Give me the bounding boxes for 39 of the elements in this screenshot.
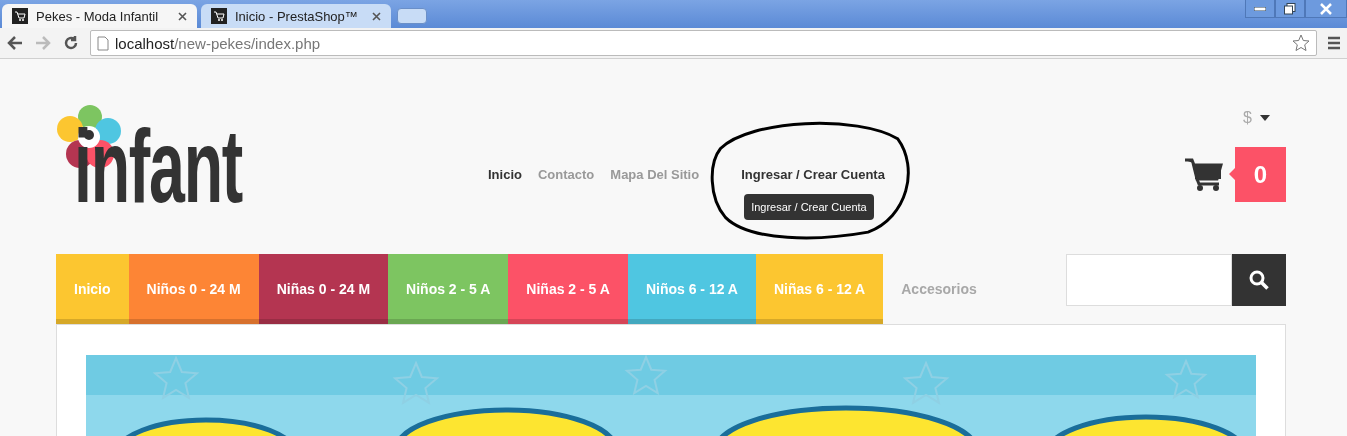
tooltip: Ingresar / Crear Cuenta	[744, 194, 874, 220]
minimize-icon	[1254, 6, 1266, 11]
cart-icon	[211, 8, 227, 24]
browser-tab[interactable]: Pekes - Moda Infantil	[2, 4, 197, 28]
url-text: localhost/new-pekes/index.php	[115, 34, 321, 52]
menu-item[interactable]: Niñas 2 - 5 A	[508, 254, 628, 324]
page-icon	[97, 35, 109, 51]
address-bar[interactable]: localhost/new-pekes/index.php	[90, 30, 1317, 56]
menu-icon[interactable]	[1327, 36, 1341, 50]
star-icon[interactable]	[1292, 34, 1310, 52]
close-icon	[1320, 2, 1332, 15]
restore-button[interactable]	[1275, 0, 1305, 18]
minimize-button[interactable]	[1245, 0, 1275, 18]
currency-selector[interactable]: $	[1243, 109, 1286, 127]
caret-icon	[1260, 115, 1270, 121]
logo[interactable]: infant	[56, 104, 256, 208]
close-icon[interactable]	[372, 11, 381, 21]
cart-icon[interactable]	[1185, 157, 1223, 192]
search-field[interactable]	[1066, 254, 1232, 306]
close-button[interactable]	[1305, 0, 1347, 18]
tab-title: Inicio - PrestaShop™	[235, 8, 359, 24]
nav-link[interactable]: Ingresar / Crear Cuenta	[741, 167, 885, 182]
menu-item[interactable]: Niños 0 - 24 M	[128, 254, 259, 324]
close-icon[interactable]	[178, 11, 187, 21]
nav-link[interactable]: Contacto	[537, 167, 595, 182]
cart-icon	[12, 8, 28, 24]
cart-count[interactable]: 0	[1229, 147, 1286, 202]
back-icon[interactable]	[6, 34, 24, 52]
menu-item[interactable]: Niños 6 - 12 A	[627, 254, 756, 324]
search-button[interactable]	[1232, 254, 1286, 306]
search-icon	[1249, 270, 1269, 290]
reload-icon[interactable]	[62, 34, 80, 52]
restore-icon	[1284, 2, 1296, 15]
browser-tab[interactable]: Inicio - PrestaShop™	[201, 4, 391, 28]
menu-item[interactable]: Niños 2 - 5 A	[388, 254, 509, 324]
nav-link[interactable]: Mapa Del Sitio	[610, 167, 700, 182]
nav-link[interactable]: Inicio	[488, 167, 522, 182]
tab-title: Pekes - Moda Infantil	[36, 8, 160, 24]
menu-item[interactable]: Niñas 0 - 24 M	[258, 254, 389, 324]
